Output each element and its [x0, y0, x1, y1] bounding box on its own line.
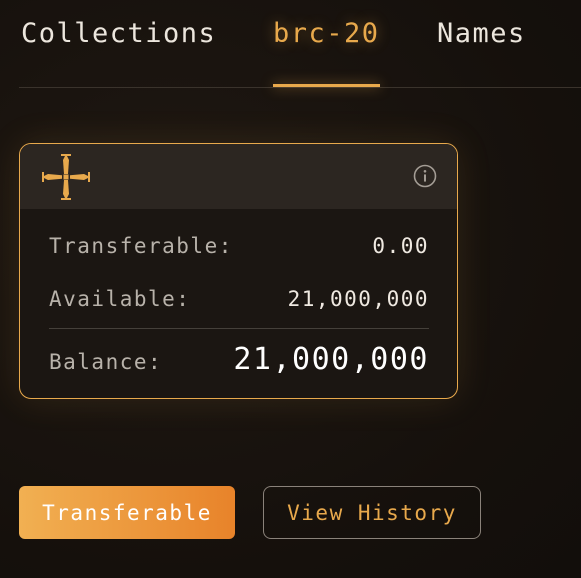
- view-history-button[interactable]: View History: [263, 486, 481, 539]
- balance-row: Balance: 21,000,000: [49, 342, 429, 377]
- tab-names[interactable]: Names: [437, 18, 526, 49]
- tab-brc-20[interactable]: brc-20: [273, 18, 380, 49]
- info-icon[interactable]: [413, 164, 437, 188]
- token-card-header: [20, 144, 457, 209]
- available-row: Available: 21,000,000: [49, 287, 429, 311]
- wallet-page: Collections brc-20 Names Transferable: 0…: [0, 0, 581, 578]
- balance-value: 21,000,000: [233, 342, 429, 377]
- card-divider: [49, 328, 429, 329]
- available-value: 21,000,000: [287, 287, 429, 311]
- transferable-label: Transferable:: [49, 234, 233, 258]
- transferable-button[interactable]: Transferable: [19, 486, 235, 539]
- transferable-value: 0.00: [372, 234, 429, 258]
- transferable-row: Transferable: 0.00: [49, 234, 429, 258]
- balance-label: Balance:: [49, 350, 163, 374]
- cross-icon: [42, 154, 90, 200]
- tab-collections[interactable]: Collections: [21, 18, 216, 49]
- asset-tabs: Collections brc-20 Names: [19, 0, 581, 88]
- brc20-token-card[interactable]: Transferable: 0.00 Available: 21,000,000…: [19, 143, 458, 399]
- available-label: Available:: [49, 287, 191, 311]
- active-tab-indicator: [273, 84, 380, 87]
